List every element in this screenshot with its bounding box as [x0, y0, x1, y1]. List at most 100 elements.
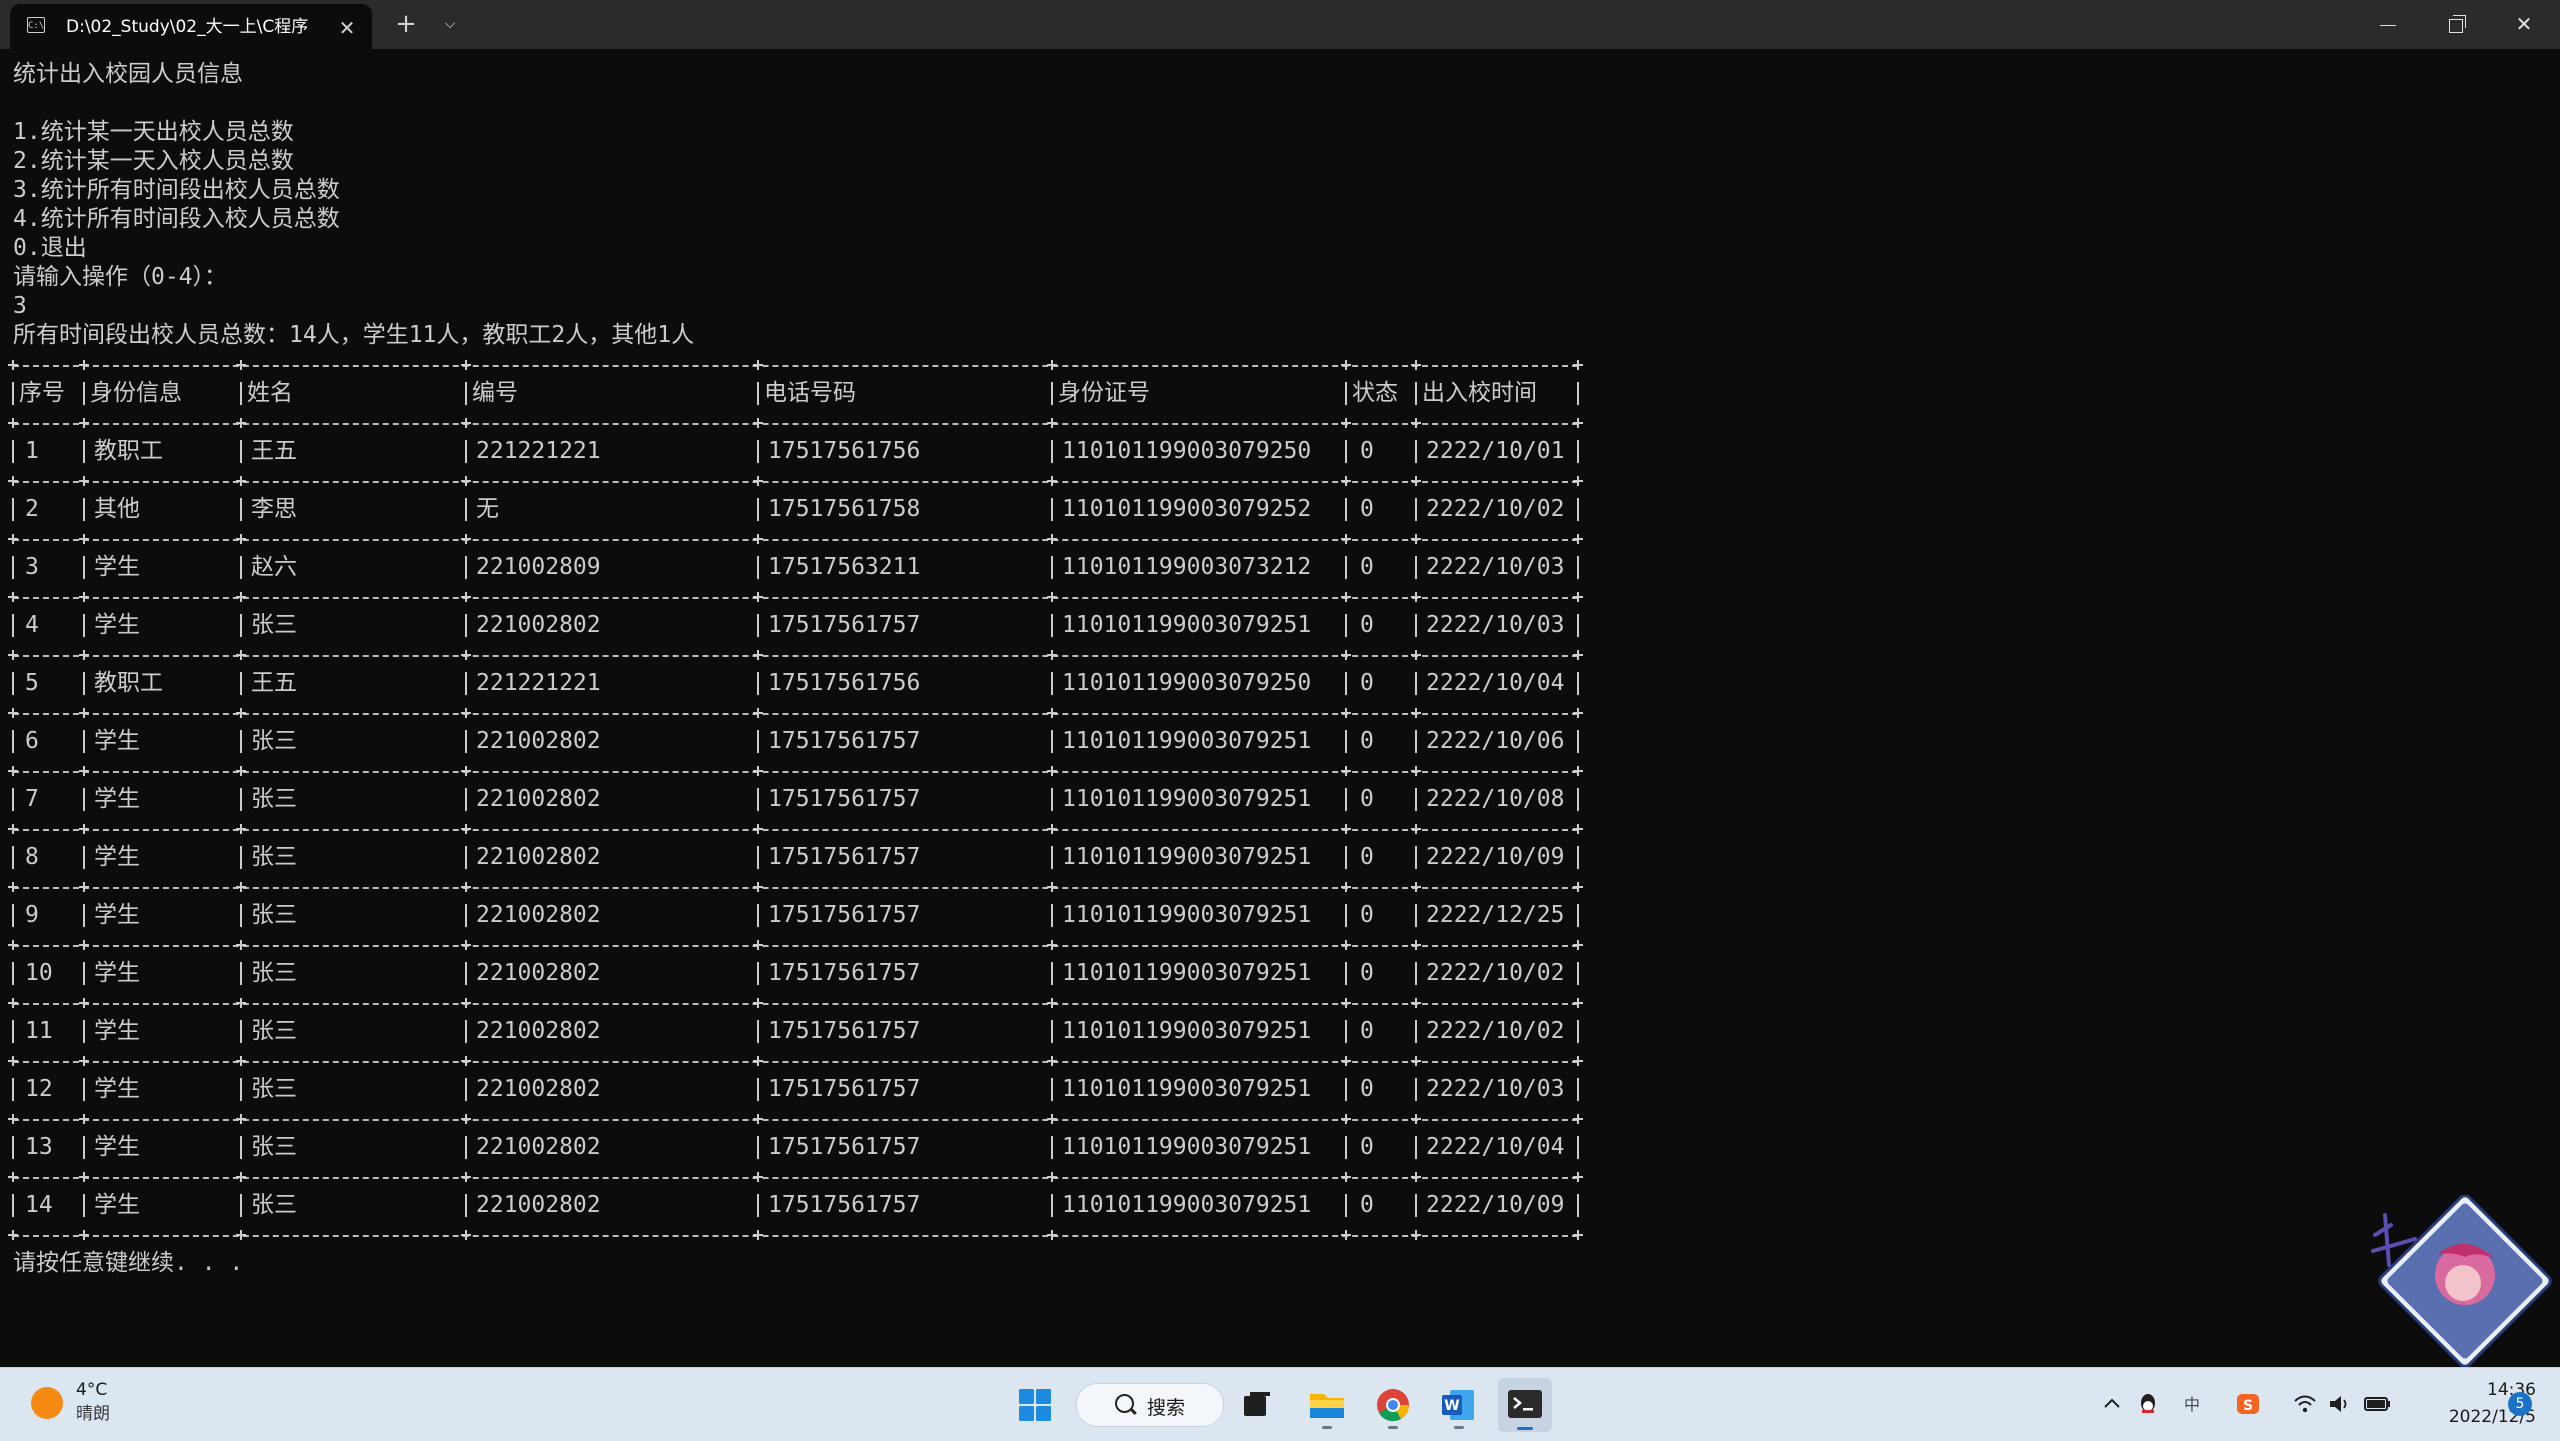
- table-row: 6 学生 张三 221002802 17517561757 110101199003079…: [0, 727, 1600, 756]
- table-corner: [461, 882, 471, 892]
- id-cell: 221002802: [476, 786, 601, 812]
- table-border: [240, 730, 242, 753]
- idcard-cell: 110101199003079250: [1062, 670, 1312, 696]
- sun-icon: [31, 1387, 63, 1419]
- ime-icon[interactable]: 中: [2178, 1390, 2206, 1418]
- console-output[interactable]: 统计出入校园人员信息 1.统计某一天出校人员总数 2.统计某一天入校人员总数 3…: [0, 49, 2560, 1367]
- table-corner: [1047, 998, 1057, 1008]
- sogou-icon[interactable]: S: [2234, 1390, 2262, 1418]
- table-corner: [461, 708, 471, 718]
- status-cell: 0: [1360, 554, 1374, 580]
- word-button[interactable]: W: [1432, 1378, 1486, 1432]
- row-number: 12: [25, 1076, 53, 1102]
- identity-cell: 学生: [94, 960, 140, 986]
- maximize-button[interactable]: [2422, 0, 2490, 48]
- table-corner: [79, 824, 89, 834]
- taskbar-search[interactable]: 搜索: [1076, 1383, 1224, 1427]
- table-border: [1051, 962, 1053, 985]
- table-header-cell: 状态: [1352, 380, 1398, 406]
- table-corner: [1573, 360, 1583, 370]
- table-border: [1415, 1020, 1417, 1043]
- table-border: [1345, 1078, 1347, 1101]
- table-corner: [8, 1114, 18, 1124]
- table-header-cell: 电话号码: [764, 380, 856, 406]
- table-corner: [1341, 650, 1351, 660]
- table-border: [1415, 382, 1417, 405]
- table-corner: [753, 650, 763, 660]
- table-border: [1345, 1136, 1347, 1159]
- chevron-down-icon[interactable]: ⌵: [432, 6, 468, 42]
- table-corner: [1573, 882, 1583, 892]
- table-corner: [79, 592, 89, 602]
- close-window-button[interactable]: ✕: [2490, 0, 2558, 48]
- table-corner: [1411, 418, 1421, 428]
- table-border: [1345, 788, 1347, 811]
- table-border: [1051, 556, 1053, 579]
- id-cell: 221002802: [476, 728, 601, 754]
- time-cell: 2222/10/09: [1426, 1192, 1565, 1218]
- table-border: [240, 440, 242, 463]
- minimize-button[interactable]: [2354, 0, 2422, 48]
- table-corner: [1411, 998, 1421, 1008]
- table-border: [1415, 440, 1417, 463]
- phone-cell: 17517561756: [768, 438, 921, 464]
- name-cell: 张三: [251, 1192, 297, 1218]
- menu-item: 0.退出: [13, 235, 87, 261]
- phone-cell: 17517561757: [768, 786, 921, 812]
- table-border: [83, 962, 85, 985]
- task-view-button[interactable]: [1230, 1378, 1284, 1432]
- table-border: [240, 382, 242, 405]
- table-corner: [1573, 476, 1583, 486]
- table-corner: [1411, 650, 1421, 660]
- search-icon: [1115, 1394, 1134, 1413]
- table-border: [757, 962, 759, 985]
- table-border: [1051, 614, 1053, 637]
- table-border: [240, 614, 242, 637]
- table-corner: [753, 998, 763, 1008]
- file-explorer-button[interactable]: [1300, 1378, 1354, 1432]
- id-cell: 221002802: [476, 1192, 601, 1218]
- table-corner: [236, 418, 246, 428]
- table-corner: [1341, 766, 1351, 776]
- table-corner: [1573, 1056, 1583, 1066]
- table-border: [83, 730, 85, 753]
- table-corner: [1047, 824, 1057, 834]
- table-corner: [1341, 1230, 1351, 1240]
- idcard-cell: 110101199003079251: [1062, 728, 1312, 754]
- table-border: [12, 672, 14, 695]
- tab-close-icon[interactable]: ✕: [332, 13, 362, 43]
- table-corner: [461, 592, 471, 602]
- table-border: [1577, 556, 1579, 579]
- row-number: 10: [25, 960, 53, 986]
- notification-badge[interactable]: 5: [2508, 1392, 2532, 1416]
- table-border: [240, 1194, 242, 1217]
- table-border: [1345, 904, 1347, 927]
- table-border: [1577, 730, 1579, 753]
- table-border: [1415, 846, 1417, 869]
- table-border: [465, 904, 467, 927]
- table-header-cell: 姓名: [247, 380, 293, 406]
- name-cell: 张三: [251, 1018, 297, 1044]
- wifi-icon[interactable]: [2292, 1390, 2318, 1418]
- chrome-button[interactable]: [1366, 1378, 1420, 1432]
- id-cell: 221002802: [476, 960, 601, 986]
- id-cell: 221002802: [476, 844, 601, 870]
- table-corner: [236, 534, 246, 544]
- menu-item: 1.统计某一天出校人员总数: [13, 119, 294, 145]
- new-tab-button[interactable]: +: [388, 6, 424, 42]
- battery-icon[interactable]: [2362, 1390, 2392, 1418]
- table-corner: [753, 1172, 763, 1182]
- chevron-up-icon[interactable]: [2100, 1390, 2124, 1418]
- qq-icon[interactable]: [2136, 1390, 2160, 1418]
- table-corner: [1341, 998, 1351, 1008]
- idcard-cell: 110101199003079251: [1062, 960, 1312, 986]
- table-border: [1345, 1020, 1347, 1043]
- table-corner: [1047, 1172, 1057, 1182]
- start-button[interactable]: [1008, 1378, 1062, 1432]
- table-corner: [8, 766, 18, 776]
- volume-icon[interactable]: [2326, 1390, 2352, 1418]
- table-corner: [1047, 766, 1057, 776]
- terminal-button[interactable]: [1498, 1378, 1552, 1432]
- table-corner: [461, 940, 471, 950]
- terminal-tab[interactable]: C:\ D:\02_Study\02_大一上\C程序 ✕: [10, 4, 372, 49]
